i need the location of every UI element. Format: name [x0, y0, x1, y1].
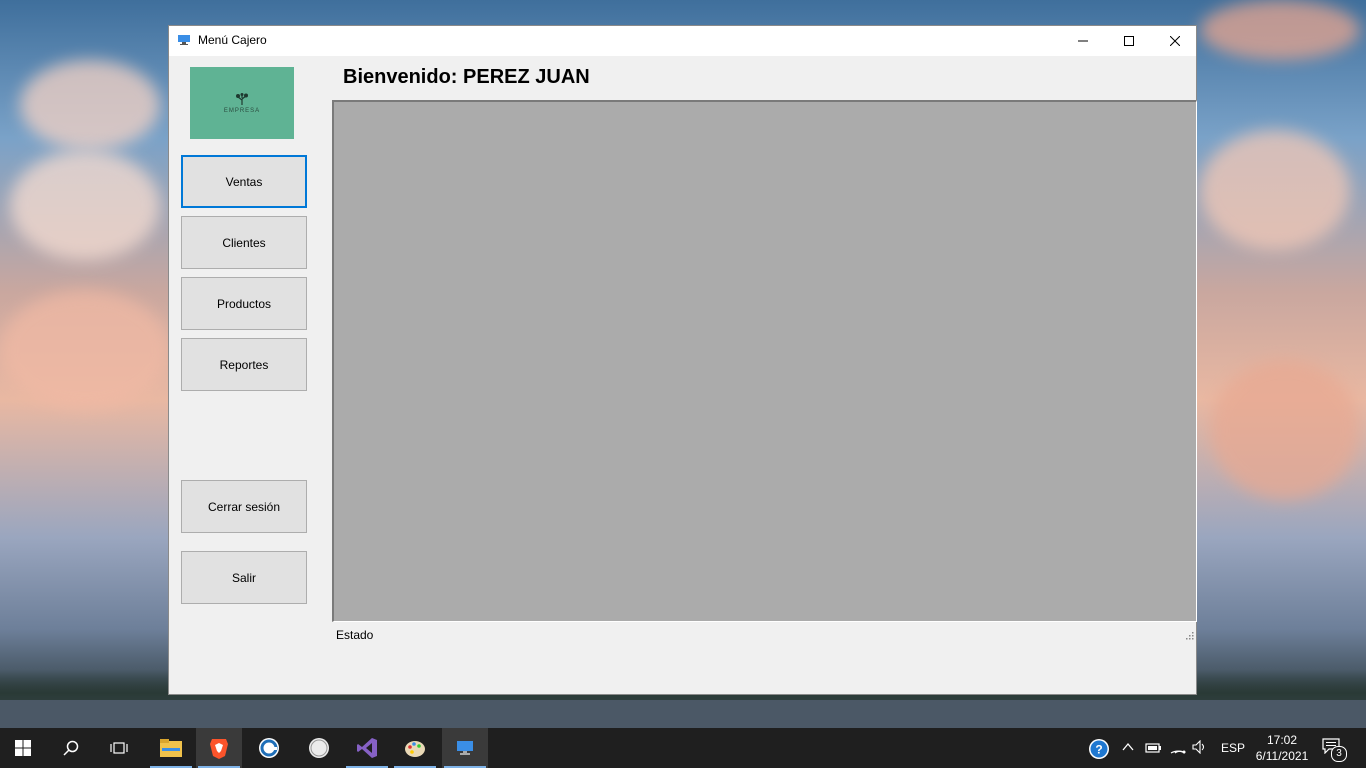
close-button[interactable]: [1152, 26, 1198, 56]
windows-logo-icon: [15, 740, 31, 756]
battery-icon[interactable]: [1145, 740, 1163, 754]
notification-count-badge: 3: [1331, 746, 1347, 762]
app-window: Menú Cajero EMPRESA Ventas Clientes Prod…: [168, 25, 1197, 695]
taskbar-menu-cajero-app[interactable]: [442, 728, 488, 768]
compass-icon: [309, 738, 329, 758]
edge-icon: [259, 738, 279, 758]
clock-time: 17:02: [1266, 733, 1298, 747]
salir-button[interactable]: Salir: [181, 551, 307, 604]
status-label: Estado: [336, 628, 374, 642]
content-panel[interactable]: [332, 100, 1197, 622]
taskbar-paint-app[interactable]: [392, 728, 438, 768]
task-view-icon: [110, 742, 128, 754]
resize-grip-icon[interactable]: [1184, 630, 1194, 640]
volume-icon[interactable]: [1192, 740, 1208, 754]
clientes-button[interactable]: Clientes: [181, 216, 307, 269]
taskbar-compass-app[interactable]: [296, 728, 342, 768]
help-icon[interactable]: ?: [1088, 738, 1110, 760]
maximize-button[interactable]: [1106, 26, 1152, 56]
ventas-button[interactable]: Ventas: [181, 155, 307, 208]
taskbar: ? ESP 17:02 6/11/2021 3: [0, 728, 1366, 768]
cerrar-sesion-button[interactable]: Cerrar sesión: [181, 480, 307, 533]
title-bar[interactable]: Menú Cajero: [169, 26, 1196, 56]
minimize-button[interactable]: [1060, 26, 1106, 56]
folder-icon: [160, 739, 182, 757]
notification-center-button[interactable]: 3: [1322, 738, 1347, 762]
taskbar-brave-browser[interactable]: [196, 728, 242, 768]
visual-studio-icon: [357, 738, 377, 758]
taskbar-file-explorer[interactable]: [148, 728, 194, 768]
close-icon: [1170, 36, 1180, 46]
task-view-button[interactable]: [96, 728, 142, 768]
start-button[interactable]: [0, 728, 46, 768]
window-title: Menú Cajero: [198, 33, 267, 47]
wifi-icon[interactable]: [1170, 740, 1186, 754]
brave-lion-icon: [210, 739, 228, 759]
language-indicator[interactable]: ESP: [1221, 741, 1245, 755]
productos-button[interactable]: Productos: [181, 277, 307, 330]
taskbar-clock[interactable]: 17:02 6/11/2021: [1252, 732, 1312, 764]
palette-icon: [405, 741, 425, 757]
app-monitor-icon: [178, 35, 190, 45]
svg-text:?: ?: [1095, 743, 1102, 757]
maximize-icon: [1124, 36, 1134, 46]
clock-date: 6/11/2021: [1255, 749, 1309, 763]
company-logo: EMPRESA: [190, 67, 294, 139]
chevron-up-icon[interactable]: [1122, 742, 1134, 752]
search-icon: [63, 740, 79, 756]
taskbar-edge-browser[interactable]: [246, 728, 292, 768]
minimize-icon: [1078, 40, 1088, 42]
app-monitor-icon: [457, 741, 473, 755]
welcome-heading: Bienvenido: PEREZ JUAN: [343, 66, 590, 88]
logo-text: EMPRESA: [223, 107, 261, 114]
taskbar-visual-studio[interactable]: [344, 728, 390, 768]
reportes-button[interactable]: Reportes: [181, 338, 307, 391]
search-button[interactable]: [48, 728, 94, 768]
tree-logo-icon: [236, 92, 248, 105]
